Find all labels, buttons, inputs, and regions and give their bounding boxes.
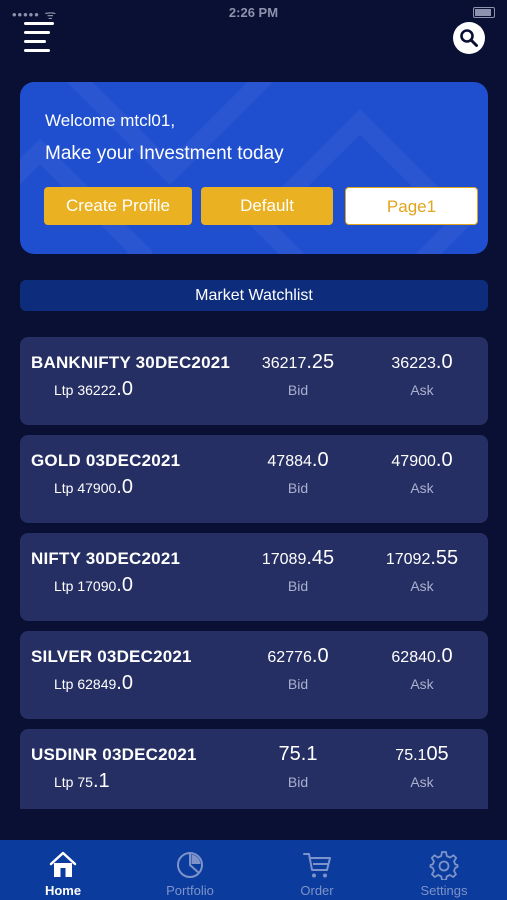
ask-price: 17092.55: [385, 547, 459, 569]
watchlist-row[interactable]: NIFTY 30DEC2021 Ltp 17090.0 17089.45 170…: [20, 533, 488, 621]
symbol-name: NIFTY 30DEC2021: [31, 549, 181, 568]
cart-icon: [303, 853, 331, 878]
default-button[interactable]: Default: [201, 187, 333, 225]
ask-price: 62840.0: [391, 645, 453, 667]
nav-portfolio[interactable]: Portfolio: [127, 840, 253, 900]
watchlist-row[interactable]: SILVER 03DEC2021 Ltp 62849.0 62776.0 628…: [20, 631, 488, 719]
ask-label: Ask: [410, 480, 434, 496]
home-icon: [49, 851, 77, 877]
ask-price: 47900.0: [391, 449, 453, 471]
nav-home-label: Home: [44, 883, 82, 898]
bid-label: Bid: [287, 578, 309, 594]
nav-order-label: Order: [300, 883, 334, 898]
ltp-value: Ltp 36222.0: [54, 378, 133, 400]
welcome-card: Welcome mtcl01, Make your Investment tod…: [20, 82, 488, 254]
watchlist-row[interactable]: GOLD 03DEC2021 Ltp 47900.0 47884.0 47900…: [20, 435, 488, 523]
ask-label: Ask: [410, 676, 434, 692]
card-decoration: [246, 108, 474, 254]
nav-order[interactable]: Order: [254, 840, 380, 900]
status-bar: ••••• ᯤ 2:26 PM: [0, 0, 507, 26]
ltp-value: Ltp 75.1: [54, 770, 110, 792]
ltp-value: Ltp 17090.0: [54, 574, 133, 596]
bid-label: Bid: [287, 382, 309, 398]
bid-label: Bid: [287, 676, 309, 692]
bid-label: Bid: [287, 774, 309, 790]
symbol-name: USDINR 03DEC2021: [31, 745, 197, 764]
create-profile-button[interactable]: Create Profile: [44, 187, 192, 225]
welcome-tagline: Make your Investment today: [45, 143, 284, 164]
ask-label: Ask: [410, 382, 434, 398]
symbol-name: BANKNIFTY 30DEC2021: [31, 353, 231, 372]
ask-price: 36223.0: [391, 351, 453, 373]
ltp-value: Ltp 62849.0: [54, 672, 133, 694]
symbol-name: SILVER 03DEC2021: [31, 647, 192, 666]
nav-portfolio-label: Portfolio: [166, 883, 214, 898]
bid-price: 17089.45: [261, 547, 335, 569]
nav-home[interactable]: Home: [0, 840, 126, 900]
nav-settings[interactable]: Settings: [381, 840, 507, 900]
watchlist-list[interactable]: BANKNIFTY 30DEC2021 Ltp 36222.0 36217.25…: [20, 337, 488, 809]
ask-price: 75.105: [395, 743, 449, 765]
watchlist-row[interactable]: BANKNIFTY 30DEC2021 Ltp 36222.0 36217.25…: [20, 337, 488, 425]
ltp-value: Ltp 47900.0: [54, 476, 133, 498]
welcome-greeting: Welcome mtcl01,: [45, 111, 176, 130]
bid-label: Bid: [287, 480, 309, 496]
bid-price: 75.1: [278, 743, 318, 765]
nav-settings-label: Settings: [420, 883, 468, 898]
watchlist-row[interactable]: USDINR 03DEC2021 Ltp 75.1 75.1 75.105 Bi…: [20, 729, 488, 809]
ask-label: Ask: [410, 578, 434, 594]
symbol-name: GOLD 03DEC2021: [31, 451, 181, 470]
ask-label: Ask: [410, 774, 434, 790]
market-watchlist-header: Market Watchlist: [20, 280, 488, 311]
bid-price: 47884.0: [267, 449, 329, 471]
bid-price: 62776.0: [267, 645, 329, 667]
pie-chart-icon: [177, 852, 203, 878]
card-decoration: [56, 82, 284, 186]
page1-button[interactable]: Page1: [345, 187, 478, 225]
bid-price: 36217.25: [261, 351, 335, 373]
hamburger-menu-icon[interactable]: [24, 22, 54, 52]
gear-icon: [429, 851, 459, 880]
bottom-nav: Home Portfolio Order Settings: [0, 840, 507, 900]
status-time: 2:26 PM: [228, 5, 279, 20]
battery-icon: [473, 7, 495, 18]
search-icon[interactable]: [453, 22, 485, 54]
